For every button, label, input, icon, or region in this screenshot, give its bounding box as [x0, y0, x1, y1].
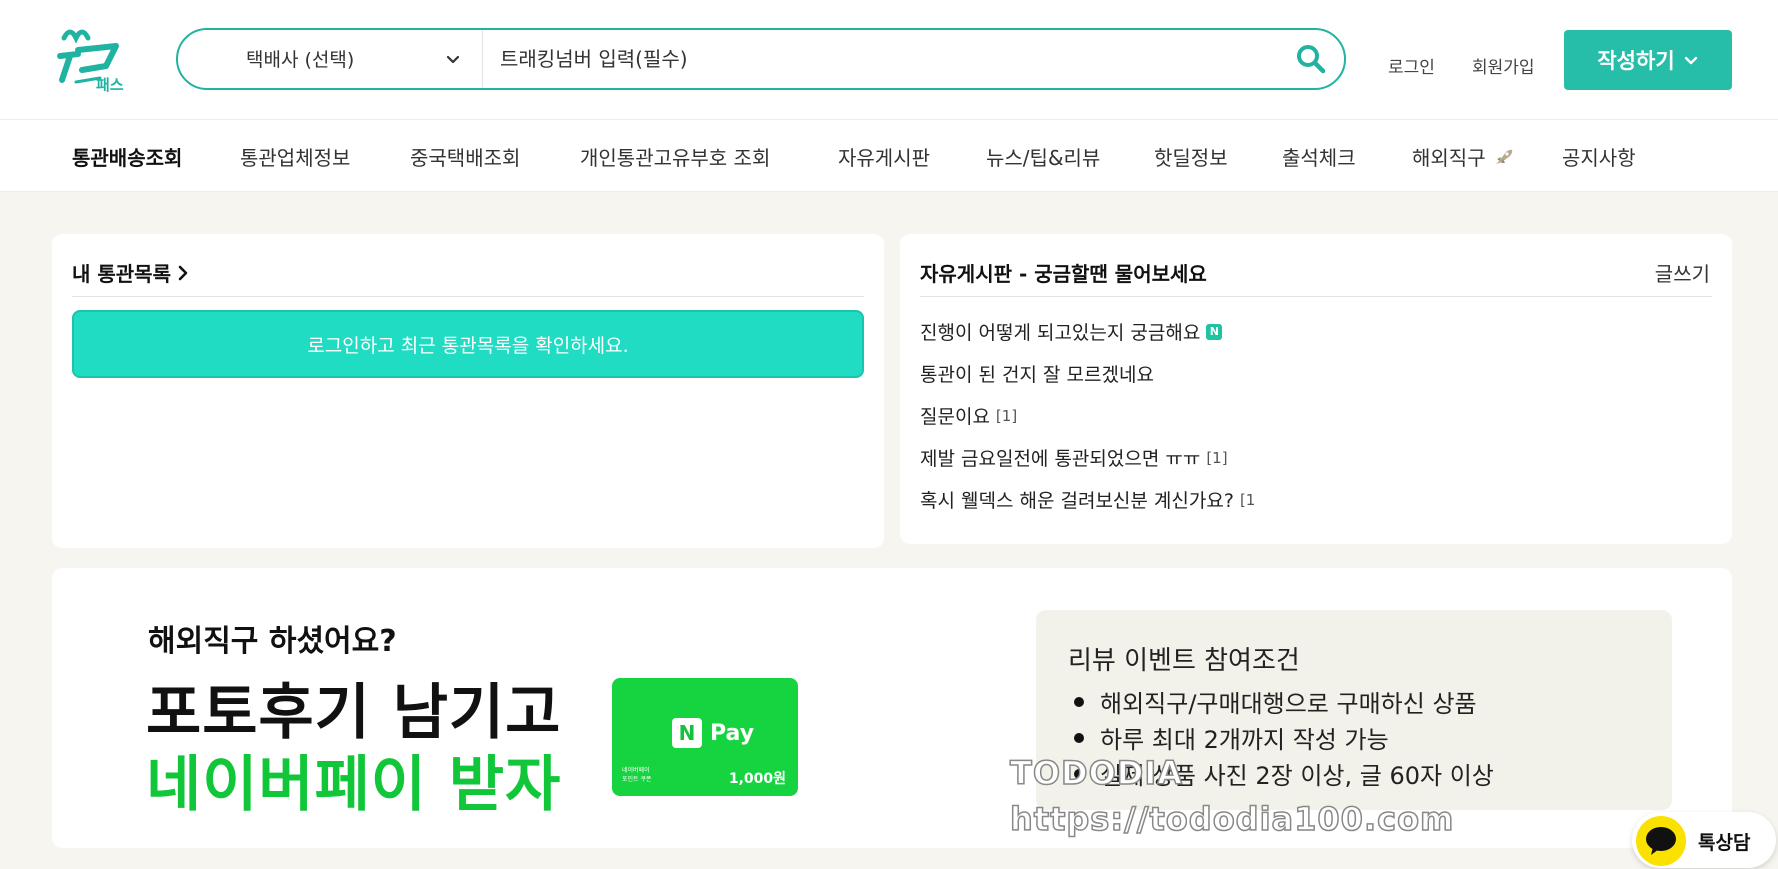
comment-count: [1: [1239, 490, 1256, 509]
banner-headline-highlight: 네이버페이 받자: [146, 750, 562, 820]
watermark-name: TODODIA: [1009, 753, 1184, 793]
naver-pay-amount: 1,000원: [728, 771, 786, 787]
post-title: 통관이 된 건지 잘 모르겠네요: [920, 364, 1154, 386]
post-title: 혹시 웰덱스 해운 걸려보신분 계신가요?: [920, 490, 1234, 512]
comment-count: [1]: [995, 406, 1018, 425]
new-post-badge: N: [1206, 323, 1223, 340]
naver-pay-label: Pay: [710, 720, 755, 746]
board-post[interactable]: 통관이 된 건지 잘 모르겠네요: [920, 360, 1154, 387]
nav-item-news[interactable]: 뉴스/팁&리뷰: [986, 142, 1100, 171]
panel-divider: [920, 296, 1712, 297]
logo-text: 패스: [96, 76, 124, 94]
chevron-down-icon: [446, 55, 460, 64]
write-button[interactable]: 작성하기: [1564, 30, 1732, 90]
search-icon[interactable]: [1294, 42, 1328, 76]
post-title: 제발 금요일전에 통관되었으면 ㅠㅠ: [920, 448, 1201, 470]
banner-question: 해외직구 하셨어요?: [148, 624, 397, 659]
naver-n-icon: N: [672, 718, 702, 748]
nav-item-hotdeal[interactable]: 핫딜정보: [1154, 142, 1228, 171]
conditions-title: 리뷰 이벤트 참여조건: [1068, 646, 1300, 676]
kakao-chat-button[interactable]: 톡상담: [1632, 812, 1776, 868]
naver-pay-coupon-text: 네이버페이 포인트 쿠폰: [622, 767, 652, 783]
nav-item-customs-code[interactable]: 개인통관고유부호 조회: [580, 142, 770, 171]
chevron-down-icon: [1684, 56, 1697, 65]
chat-label: 톡상담: [1698, 832, 1751, 854]
tracking-search-bar: 택배사 (선택): [176, 28, 1346, 90]
post-title: 질문이요: [920, 406, 990, 428]
nav-item-attendance[interactable]: 출석체크: [1282, 142, 1356, 171]
site-logo[interactable]: 패스: [56, 20, 136, 100]
board-post[interactable]: 제발 금요일전에 통관되었으면 ㅠㅠ [1]: [920, 444, 1228, 471]
panel-divider: [72, 296, 864, 297]
my-customs-panel: 내 통관목록 로그인하고 최근 통관목록을 확인하세요.: [52, 234, 884, 548]
condition-text: 하루 최대 2개까지 작성 가능: [1100, 726, 1389, 754]
free-board-title: 자유게시판 - 궁금할땐 물어보세요: [920, 262, 1207, 286]
naver-pay-logo: N Pay: [672, 718, 754, 748]
board-post[interactable]: 혹시 웰덱스 해운 걸려보신분 계신가요? [1: [920, 486, 1255, 513]
board-post[interactable]: 질문이요 [1]: [920, 402, 1017, 429]
condition-item: 하루 최대 2개까지 작성 가능: [1074, 720, 1389, 755]
write-button-label: 작성하기: [1597, 50, 1675, 73]
bullet-icon: [1074, 732, 1084, 743]
board-post[interactable]: 진행이 어떻게 되고있는지 궁금해요 N: [920, 318, 1223, 345]
rocket-icon: [1495, 149, 1513, 164]
nav-item-notices[interactable]: 공지사항: [1562, 142, 1636, 171]
bullet-icon: [1074, 696, 1084, 707]
nav-item-customs-tracking[interactable]: 통관배송조회: [72, 142, 182, 171]
naver-pay-card: N Pay 네이버페이 포인트 쿠폰 1,000원: [612, 678, 798, 796]
site-header: 패스 택배사 (선택) 로그인 회원가입 작성하기: [0, 0, 1778, 120]
carrier-select-label: 택배사 (선택): [246, 49, 355, 71]
nav-item-customs-companies[interactable]: 통관업체정보: [240, 142, 350, 171]
main-nav: 통관배송조회 통관업체정보 중국택배조회 개인통관고유부호 조회 자유게시판 뉴…: [0, 120, 1778, 192]
nav-item-free-board[interactable]: 자유게시판: [838, 142, 930, 171]
nav-item-overseas-label: 해외직구: [1412, 146, 1486, 170]
watermark-url: https://tododia100.com: [1009, 799, 1455, 839]
carrier-select[interactable]: 택배사 (선택): [178, 30, 483, 88]
post-title: 진행이 어떻게 되고있는지 궁금해요: [920, 322, 1201, 344]
write-post-link[interactable]: 글쓰기: [1655, 258, 1710, 287]
condition-item: 해외직구/구매대행으로 구매하신 상품: [1074, 684, 1477, 719]
tracking-number-input[interactable]: [500, 40, 1260, 78]
condition-text: 해외직구/구매대행으로 구매하신 상품: [1100, 690, 1477, 718]
review-event-banner[interactable]: 해외직구 하셨어요? 포토후기 남기고 네이버페이 받자 N Pay 네이버페이…: [52, 568, 1732, 848]
free-board-panel: 자유게시판 - 궁금할땐 물어보세요 글쓰기 진행이 어떻게 되고있는지 궁금해…: [900, 234, 1732, 544]
login-link[interactable]: 로그인: [1388, 53, 1435, 78]
signup-link[interactable]: 회원가입: [1472, 53, 1535, 78]
nav-item-china-delivery[interactable]: 중국택배조회: [410, 142, 520, 171]
nav-item-overseas-purchase[interactable]: 해외직구: [1412, 142, 1514, 171]
login-prompt-banner[interactable]: 로그인하고 최근 통관목록을 확인하세요.: [72, 310, 864, 378]
chat-bubble-icon: [1636, 816, 1686, 866]
my-customs-title[interactable]: 내 통관목록: [72, 258, 191, 287]
comment-count: [1]: [1206, 448, 1228, 467]
my-customs-title-text: 내 통관목록: [72, 262, 171, 286]
chevron-right-icon: [178, 265, 188, 280]
